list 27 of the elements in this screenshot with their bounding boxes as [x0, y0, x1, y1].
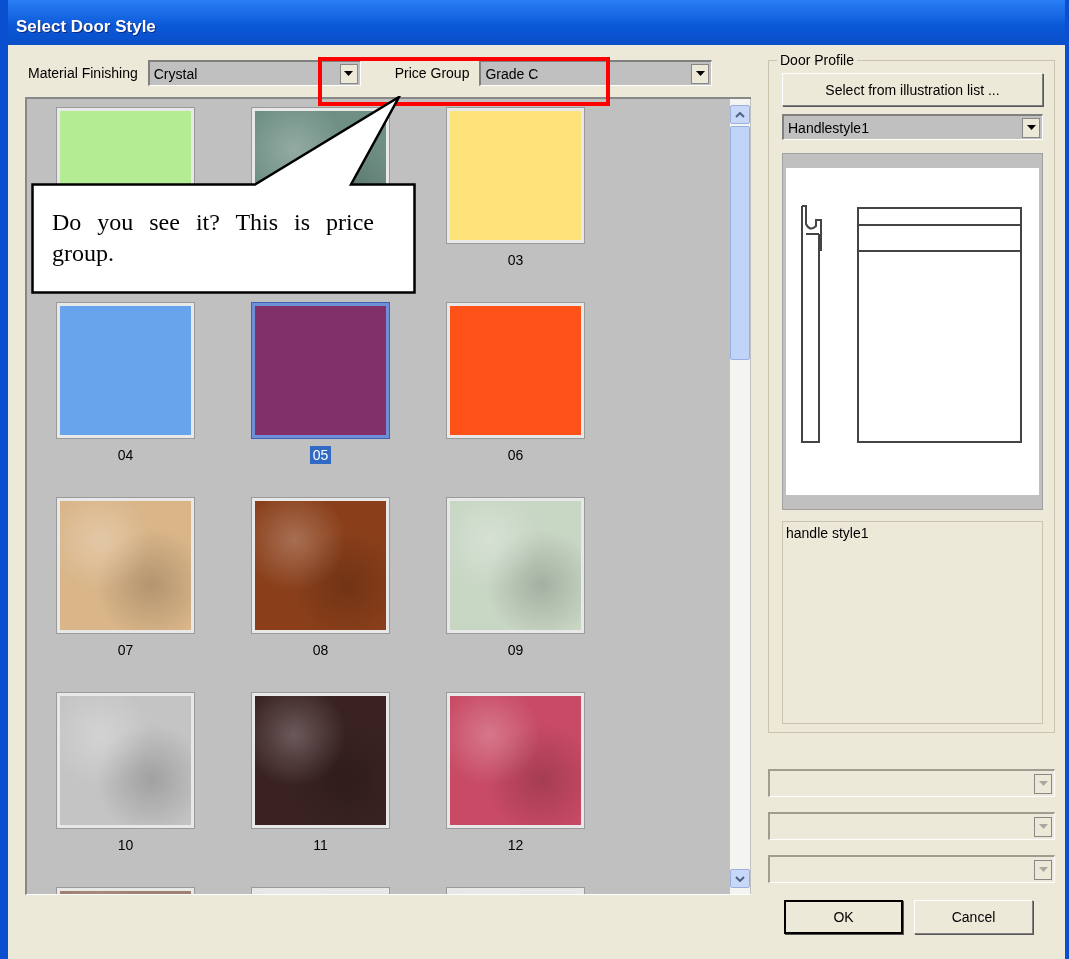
dropdown[interactable]: Crystal — [147, 60, 361, 86]
style-dropdown[interactable]: Handlestyle1 — [782, 114, 1043, 140]
dropdown[interactable]: Grade C — [479, 60, 713, 86]
swatch-label: 05 — [309, 446, 332, 464]
filter-label: Price Group — [394, 65, 470, 81]
cancel-button[interactable]: Cancel — [914, 900, 1033, 934]
swatch-label: 10 — [116, 836, 135, 854]
swatch-label: 07 — [116, 641, 135, 659]
description-text: handle style1 — [786, 525, 869, 541]
swatch-label: 11 — [312, 836, 329, 854]
group-title: Door Profile — [777, 52, 857, 68]
scrollbar[interactable] — [730, 99, 750, 894]
window-title: Select Door Style — [16, 17, 156, 37]
filter-label: Material Finishing — [28, 65, 138, 81]
swatch-label: 08 — [311, 641, 330, 659]
swatch-label: 03 — [506, 251, 525, 269]
scroll-thumb[interactable] — [730, 126, 750, 360]
callout-tooltip-text: Do you see it? This is price group. — [52, 208, 374, 268]
ok-button[interactable]: OK — [784, 900, 903, 934]
swatch-label: 09 — [506, 641, 525, 659]
swatch-label: 06 — [506, 446, 525, 464]
swatch-label: 12 — [506, 836, 525, 854]
select-illustration-button[interactable]: Select from illustration list ... — [782, 73, 1043, 106]
scroll-down-icon[interactable] — [730, 869, 750, 888]
scroll-up-icon[interactable] — [730, 105, 750, 124]
color-swatch[interactable] — [252, 303, 389, 438]
swatch-label: 04 — [116, 446, 135, 464]
